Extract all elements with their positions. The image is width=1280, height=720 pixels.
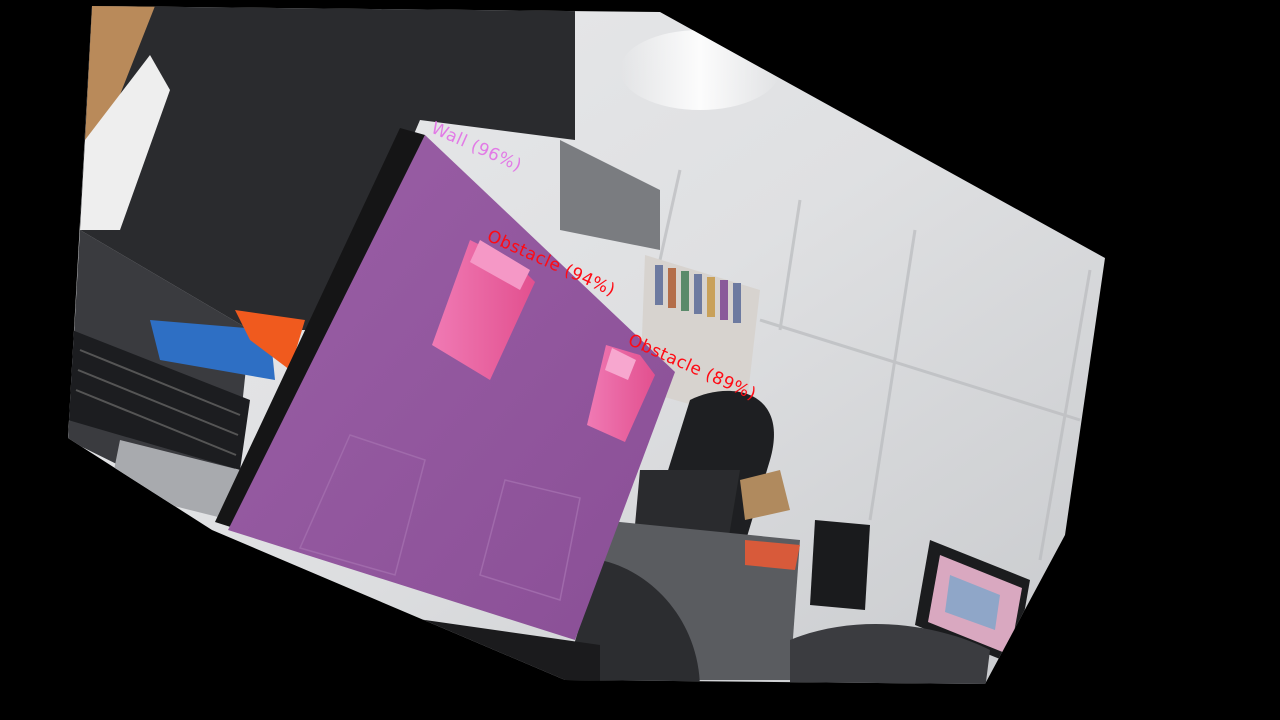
camera-frame: Wall (96%) Obstacle (94%) Obstacle (89%) bbox=[0, 0, 1280, 720]
warped-camera-image: Wall (96%) Obstacle (94%) Obstacle (89%) bbox=[68, 6, 1105, 684]
